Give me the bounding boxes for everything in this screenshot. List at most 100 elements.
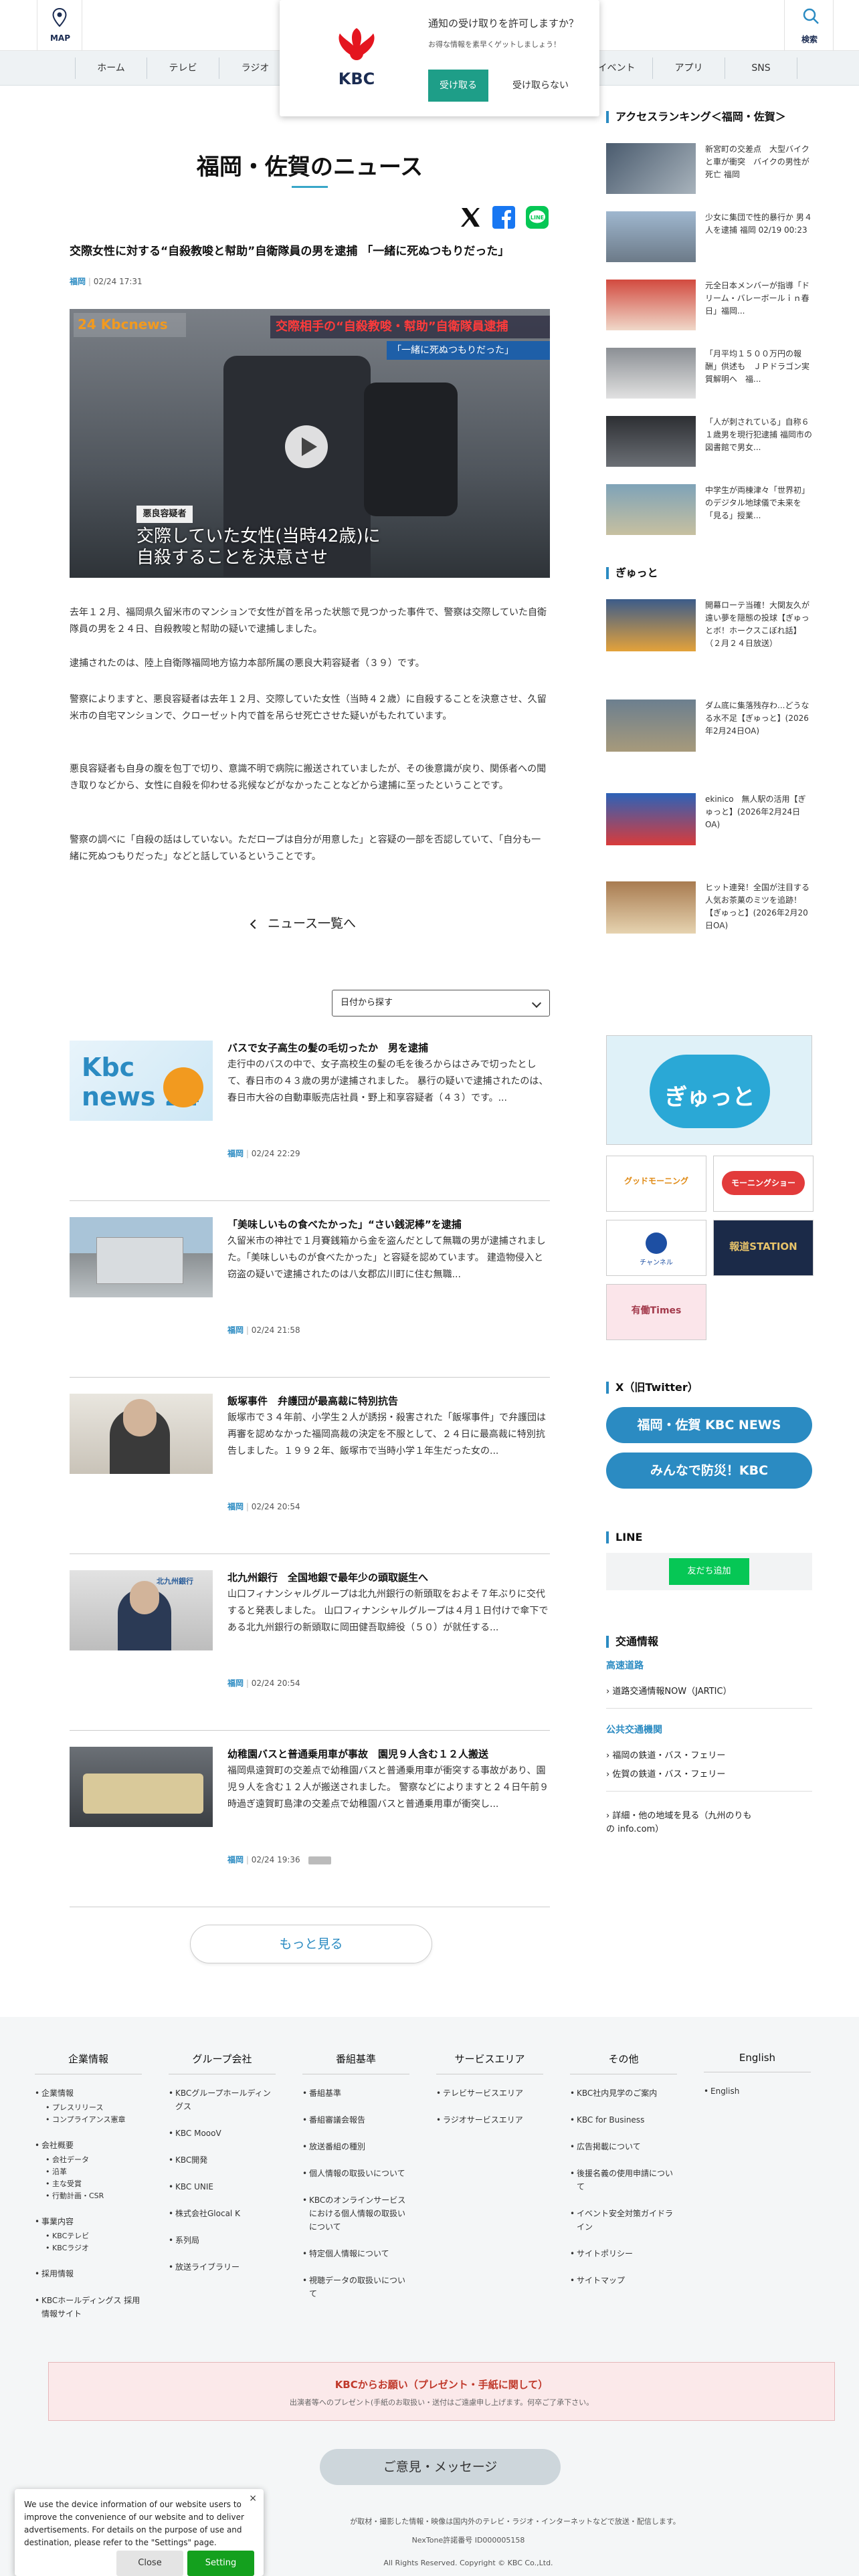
footer-link[interactable]: 採用情報 <box>35 2267 142 2280</box>
footer-link[interactable]: ラジオサービスエリア <box>436 2113 543 2127</box>
footer-link[interactable]: 後援名義の使用申請について <box>570 2167 677 2193</box>
traffic-highway-heading: 高速道路 <box>606 1660 644 1671</box>
footer-link[interactable]: サイトポリシー <box>570 2247 677 2260</box>
search-button[interactable]: 検索 <box>784 0 834 51</box>
footer-link[interactable]: サイトマップ <box>570 2274 677 2287</box>
footer-link[interactable]: 放送番組の種別 <box>302 2140 409 2153</box>
footer-link[interactable]: 沿革 <box>45 2167 142 2177</box>
footer-link[interactable]: KBC UNIE <box>169 2180 276 2193</box>
footer-link[interactable]: 視聴データの取扱いについて <box>302 2274 409 2300</box>
notify-decline-button[interactable]: 受け取らない <box>500 70 581 102</box>
nav-item-sns[interactable]: SNS <box>725 58 797 79</box>
banner-morning-show[interactable]: モーニングショー <box>713 1156 814 1212</box>
footer-link[interactable]: KBC開発 <box>169 2153 276 2167</box>
search-icon <box>803 8 819 24</box>
footer-link[interactable]: 放送ライブラリー <box>169 2260 276 2274</box>
ranking-thumbnail <box>606 280 696 330</box>
footer-link[interactable]: 番組基準 <box>302 2086 409 2100</box>
cookie-setting-button[interactable]: Setting <box>187 2551 254 2576</box>
ranking-item[interactable]: 新宮町の交差点 大型バイクと車が衝突 バイクの男性が死亡 福岡 <box>606 143 812 194</box>
footer-link[interactable]: コンプライアンス憲章 <box>45 2115 142 2125</box>
footer-link[interactable]: 行動計画・CSR <box>45 2191 142 2202</box>
footer-link[interactable]: 特定個人情報について <box>302 2247 409 2260</box>
banner-udo-times[interactable]: 有働Times <box>606 1284 706 1340</box>
footer-link[interactable]: KBCグループホールディングス <box>169 2086 276 2113</box>
news-list-item[interactable]: Kbc news 24 バスで女子高生の髪の毛切ったか 男を逮捕 走行中のバスの… <box>70 1041 550 1201</box>
footer-link[interactable]: KBCのオンラインサービスにおける個人情報の取扱いについて <box>302 2193 409 2234</box>
gyutto-banner[interactable]: ぎゅっと <box>606 1035 812 1145</box>
footer-link[interactable]: English <box>704 2084 811 2098</box>
nav-item-tv[interactable]: テレビ <box>147 58 219 79</box>
article-category[interactable]: 福岡 <box>70 277 86 286</box>
news-list-item[interactable]: 北九州銀行 北九州銀行 全国地銀で最年少の頭取誕生へ 山口フィナンシャルグループ… <box>70 1570 550 1731</box>
traffic-link-more[interactable]: › 詳細・他の地域を見る（九州のりもの info.com） <box>606 1810 753 1836</box>
nav-item-home[interactable]: ホーム <box>75 58 147 79</box>
close-icon[interactable]: × <box>249 2493 257 2504</box>
ranking-item[interactable]: 中学生が両棟津々「世界初」のデジタル地球儀で未来を「見る」授業... <box>606 484 812 535</box>
share-x-button[interactable] <box>459 206 482 229</box>
footer-link[interactable]: 会社データ <box>45 2155 142 2165</box>
footer-link[interactable]: KBC for Business <box>570 2113 677 2127</box>
banner-channel[interactable]: チャンネル <box>606 1220 706 1276</box>
line-heading: LINE <box>606 1531 642 1543</box>
footer-link[interactable]: 広告掲載について <box>570 2140 677 2153</box>
map-button[interactable]: MAP <box>37 0 82 51</box>
footer-link[interactable]: KBC MoooV <box>169 2127 276 2140</box>
footer-link[interactable]: プレスリリース <box>45 2103 142 2113</box>
footer-link[interactable]: 事業内容 <box>35 2215 142 2228</box>
news-title: 幼稚園バスと普通乗用車が事故 園児９人含む１２人搬送 <box>227 1748 489 1760</box>
play-button[interactable] <box>285 425 328 468</box>
present-notice[interactable]: KBCからお願い（プレゼント・手紙に関して） 出演者等へのプレゼント(手紙のお取… <box>48 2362 835 2421</box>
line-add-friend-button[interactable]: 友だち追加 <box>669 1558 749 1585</box>
date-select[interactable]: 日付から探す <box>332 990 550 1016</box>
load-more-button[interactable]: もっと見る <box>190 1925 432 1963</box>
footer-link[interactable]: KBCテレビ <box>45 2231 142 2242</box>
nav-item-app[interactable]: アプリ <box>653 58 725 79</box>
footer-link[interactable]: イベント安全対策ガイドライン <box>570 2207 677 2234</box>
share-facebook-button[interactable] <box>492 206 515 229</box>
news-thumbnail: 北九州銀行 <box>70 1570 213 1650</box>
news-thumbnail <box>70 1747 213 1827</box>
news-list-item[interactable]: 飯塚事件 弁護団が最高裁に特別抗告 飯塚市で３４年前、小学生２人が誘拐・殺害され… <box>70 1394 550 1554</box>
banner-hodo-station[interactable]: 報道STATION <box>713 1220 814 1276</box>
traffic-link-jartic[interactable]: › 道路交通情報NOW（JARTIC） <box>606 1684 812 1697</box>
line-icon: LINE <box>526 206 549 229</box>
gyutto-item[interactable]: ekinico 無人駅の活用【ぎゅっと】(2026年2月24日OA) <box>606 793 812 865</box>
ranking-item[interactable]: 「月平均１５００万円の報酬」供述も ＪＰドラゴン実質解明へ 福... <box>606 348 812 399</box>
x-bousai-button[interactable]: みんなで防災！KBC <box>606 1453 812 1489</box>
footer-link[interactable]: 主な受賞 <box>45 2179 142 2189</box>
footer-link[interactable]: KBCホールディングス 採用情報サイト <box>35 2294 142 2321</box>
article-video[interactable]: 24 Kbcnews 交際相手の“自殺教唆・幇助”自衛隊員逮捕 「一緒に死ぬつも… <box>70 309 550 578</box>
gyutto-item[interactable]: ヒット連発！全国が注目する人気お茶菓のミツを追跡！【ぎゅっと】(2026年2月2… <box>606 881 812 954</box>
footer-link[interactable]: 株式会社Glocal K <box>169 2207 276 2220</box>
article-headline: 交際女性に対する“自殺教唆と幇助”自衛隊員の男を逮捕 「一緒に死ぬつもりだった」 <box>70 245 510 258</box>
ranking-item[interactable]: 「人が刺されている」自称６１歳男を現行犯逮捕 福岡市の図書館で男女... <box>606 416 812 467</box>
cookie-close-button[interactable]: Close <box>116 2551 183 2576</box>
news-list-item[interactable]: 幼稚園バスと普通乗用車が事故 園児９人含む１２人搬送 福岡県遠賀町の交差点で幼稚… <box>70 1747 550 1907</box>
x-kbc-news-button[interactable]: 福岡・佐賀 KBC NEWS <box>606 1407 812 1443</box>
footer-link[interactable]: 企業情報 <box>35 2086 142 2100</box>
back-to-news-list-link[interactable]: ニュース一覧へ <box>250 914 356 932</box>
traffic-link-saga[interactable]: › 佐賀の鉄道・バス・フェリー <box>606 1767 812 1780</box>
share-line-button[interactable]: LINE <box>526 206 549 229</box>
article-date: 02/24 17:31 <box>93 277 142 286</box>
ranking-item[interactable]: 元全日本メンバーが指導「ドリーム・バレーボールｉｎ春日」福岡... <box>606 280 812 330</box>
footer-link[interactable]: 系列局 <box>169 2234 276 2247</box>
gyutto-item[interactable]: 開幕ローテ当確！大関友久が遠い夢を隠態の投球【ぎゅっとボ！ホークスこぼれ話】（２… <box>606 599 812 671</box>
footer-link[interactable]: KBCラジオ <box>45 2243 142 2254</box>
gyutto-item[interactable]: ダム底に集落残存わ...どうなる水不足【ぎゅっと】(2026年2月24日OA) <box>606 700 812 772</box>
play-icon <box>302 437 317 456</box>
ranking-item[interactable]: 少女に集団で性的暴行か 男４人を逮捕 福岡 02/19 00:23 <box>606 211 812 262</box>
banner-good-morning[interactable]: グッドモーニング <box>606 1156 706 1212</box>
footer-column: サービスエリアテレビサービスエリアラジオサービスエリア <box>436 2052 543 2140</box>
footer-link[interactable]: 番組審議会報告 <box>302 2113 409 2127</box>
news-list-item[interactable]: 「美味しいもの食べたかった」“さい銭泥棒”を逮捕 久留米市の神社で１月賽銭箱から… <box>70 1217 550 1378</box>
footer-link[interactable]: KBC社内見学のご案内 <box>570 2086 677 2100</box>
opinion-button[interactable]: ご意見・メッセージ <box>320 2449 561 2485</box>
traffic-link-fukuoka[interactable]: › 福岡の鉄道・バス・フェリー <box>606 1748 812 1761</box>
page-title: 福岡・佐賀のニュース <box>196 154 423 181</box>
notify-accept-button[interactable]: 受け取る <box>428 70 488 102</box>
footer-link[interactable]: テレビサービスエリア <box>436 2086 543 2100</box>
footer-link[interactable]: 個人情報の取扱いについて <box>302 2167 409 2180</box>
footer-link[interactable]: 会社概要 <box>35 2139 142 2152</box>
